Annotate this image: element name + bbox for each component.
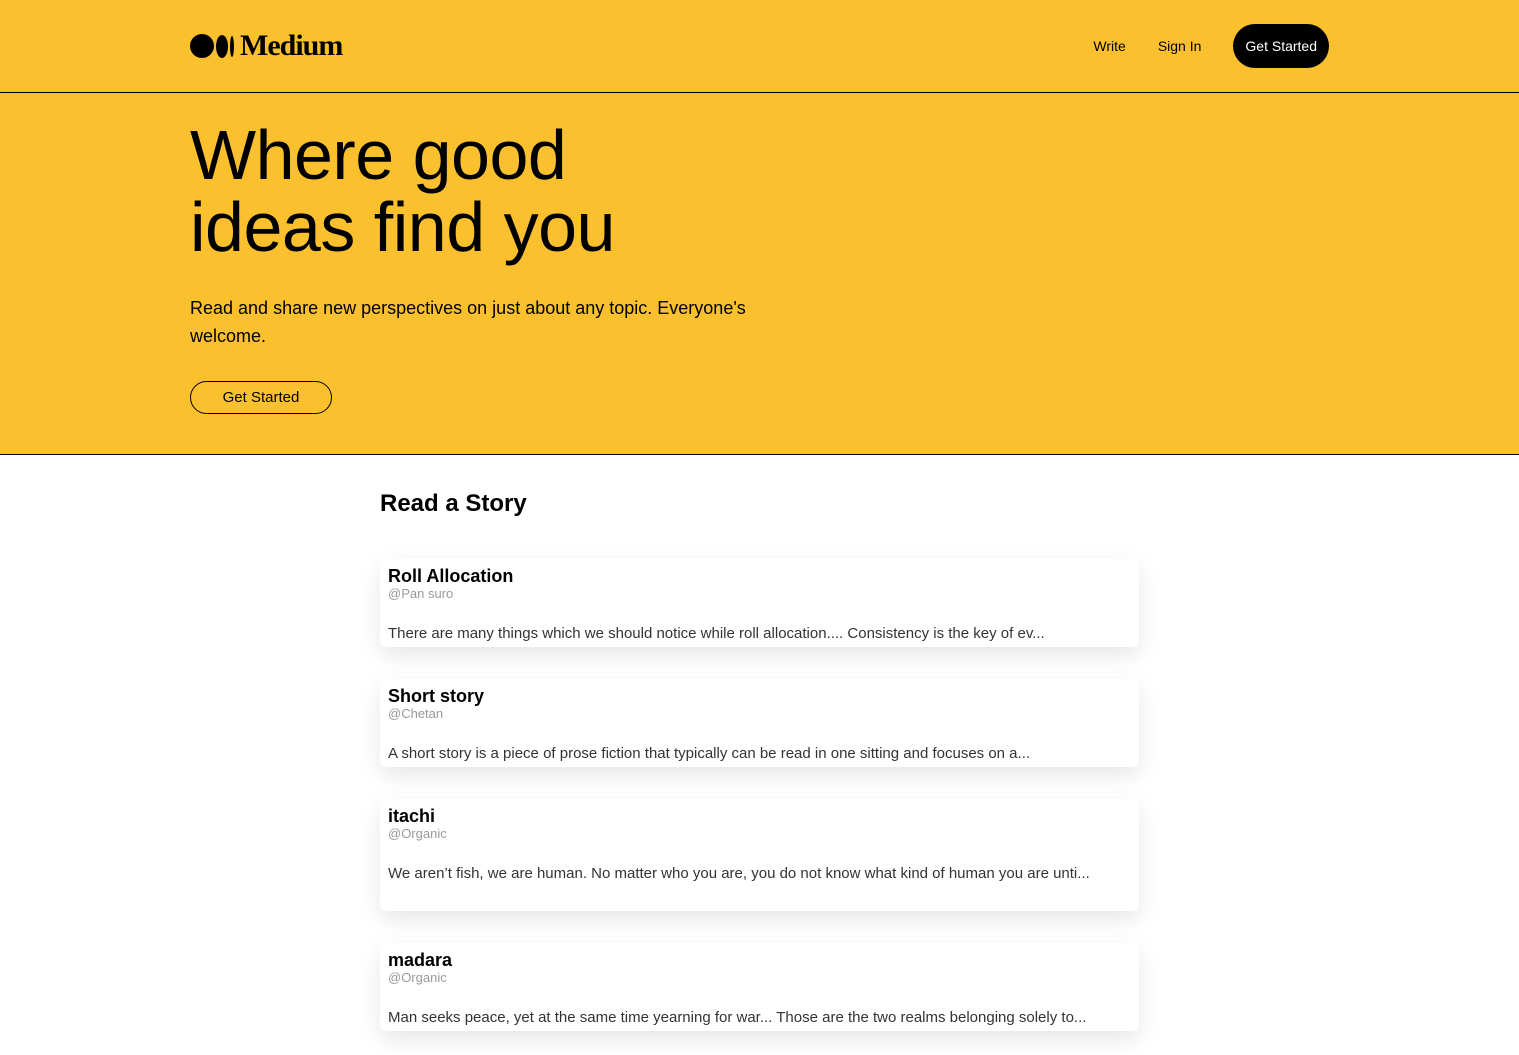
hero-subtitle: Read and share new perspectives on just … — [190, 298, 746, 346]
story-title: Roll Allocation — [388, 566, 514, 586]
hero-title-line-2: ideas find you — [190, 188, 615, 266]
story-author: @Chetan — [388, 706, 444, 721]
story-card[interactable]: Short story @Chetan A short story is a p… — [380, 679, 1139, 767]
hero-get-started-button[interactable]: Get Started — [190, 381, 332, 414]
story-card[interactable]: madara @Organic Man seeks peace, yet at … — [380, 943, 1139, 1031]
sign-in-link[interactable]: Sign In — [1158, 38, 1202, 54]
brand-name: Medium — [240, 29, 343, 62]
hero-title: Where good ideas find you — [190, 119, 750, 263]
story-card[interactable]: Roll Allocation @Pan suro There are many… — [380, 559, 1139, 647]
write-link[interactable]: Write — [1093, 38, 1125, 54]
story-author: @Organic — [388, 826, 447, 841]
story-title: madara — [388, 950, 453, 970]
section-title: Read a Story — [380, 490, 527, 517]
medium-logo[interactable]: Medium — [190, 29, 343, 62]
story-excerpt: Man seeks peace, yet at the same time ye… — [388, 1009, 1087, 1026]
top-navigation-bar: Medium Write Sign In Get Started — [0, 0, 1519, 93]
story-excerpt: There are many things which we should no… — [388, 625, 1045, 642]
hero-title-line-1: Where good — [190, 116, 567, 194]
stories-section: Read a Story Roll Allocation @Pan suro T… — [380, 489, 1139, 1031]
story-title: Short story — [388, 686, 485, 706]
medium-logo-icon — [190, 34, 234, 58]
story-author: @Pan suro — [388, 586, 454, 601]
story-excerpt: We aren’t fish, we are human. No matter … — [388, 865, 1090, 882]
story-card[interactable]: itachi @Organic We aren’t fish, we are h… — [380, 799, 1139, 911]
hero-section: Where good ideas find you Read and share… — [0, 93, 1519, 455]
header-nav: Write Sign In Get Started — [1093, 24, 1329, 68]
story-author: @Organic — [388, 970, 447, 985]
header-get-started-button[interactable]: Get Started — [1233, 24, 1329, 68]
story-title: itachi — [388, 806, 436, 826]
story-excerpt: A short story is a piece of prose fictio… — [388, 745, 1031, 762]
